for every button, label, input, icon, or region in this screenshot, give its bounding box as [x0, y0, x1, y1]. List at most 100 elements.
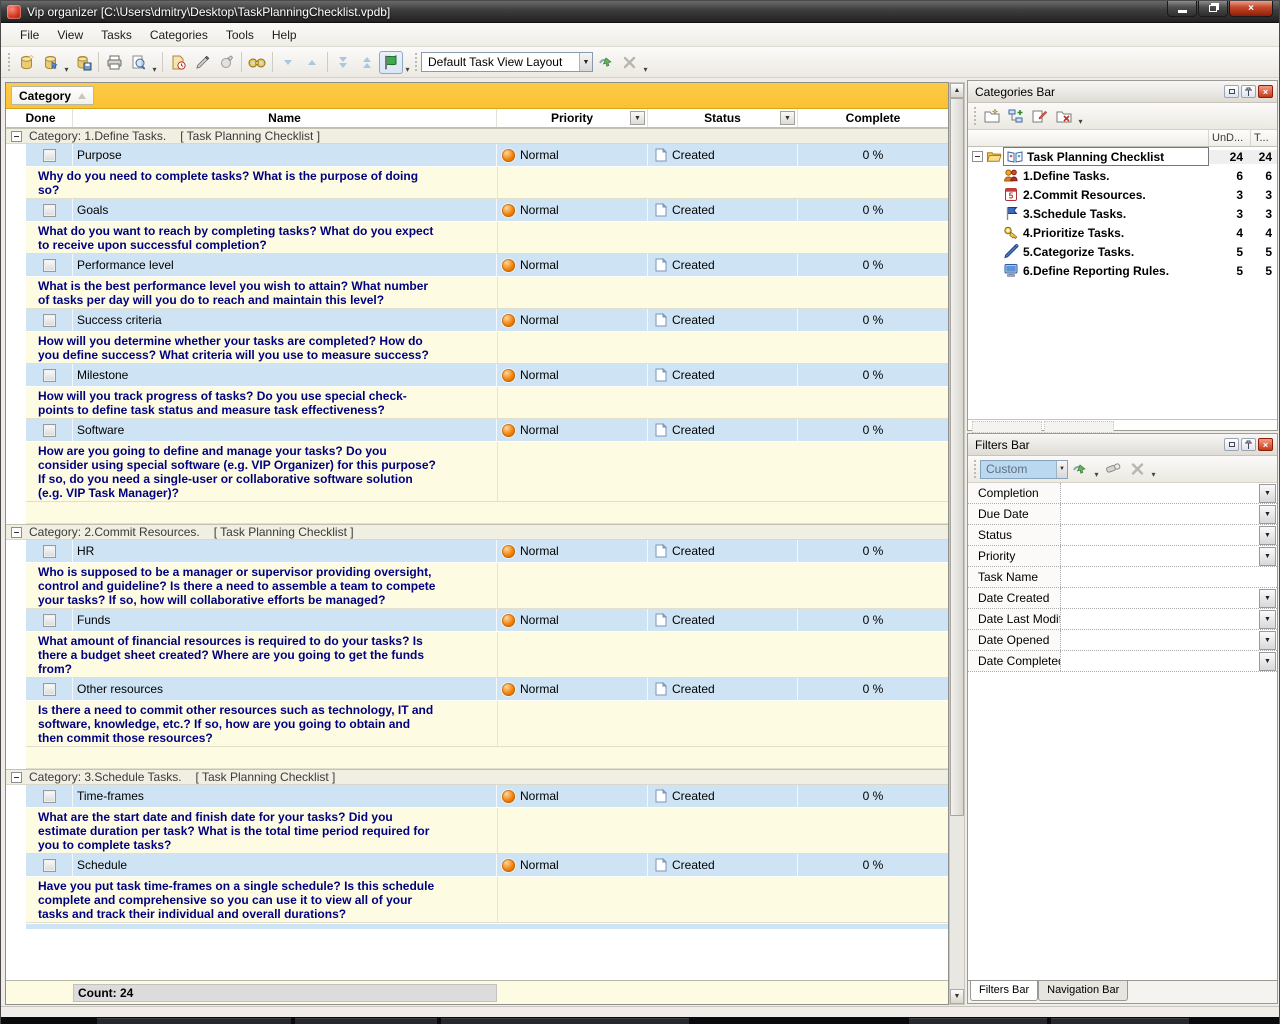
- title-bar[interactable]: Vip organizer [C:\Users\dmitry\Desktop\T…: [1, 1, 1279, 23]
- task-note-row[interactable]: How will you track progress of tasks? Do…: [26, 387, 948, 419]
- new-task-button[interactable]: [166, 51, 190, 74]
- task-note-row[interactable]: What amount of financial resources is re…: [26, 632, 948, 678]
- add-category-button[interactable]: [980, 105, 1004, 127]
- filter-dropdown-button[interactable]: ▼: [1259, 526, 1276, 545]
- apply-filter-button[interactable]: [1068, 458, 1092, 480]
- tree-item-task-planning-checklist[interactable]: Task Planning Checklist 24 24: [968, 147, 1277, 166]
- task-row[interactable]: HR Normal Created 0 %: [26, 540, 948, 563]
- apply-filter-dropdown[interactable]: ▾: [1092, 470, 1101, 482]
- collapse-group-icon[interactable]: [11, 131, 22, 142]
- status-filter-dropdown[interactable]: ▼: [780, 111, 795, 125]
- task-row[interactable]: Performance level Normal Created 0 %: [26, 254, 948, 277]
- filter-value-field[interactable]: [1061, 630, 1259, 650]
- task-note-row[interactable]: How will you determine whether your task…: [26, 332, 948, 364]
- task-note-row[interactable]: Is there a need to commit other resource…: [26, 701, 948, 747]
- filter-dropdown-button[interactable]: ▼: [1259, 547, 1276, 566]
- open-database-dropdown[interactable]: ▾: [62, 65, 71, 77]
- task-row[interactable]: Success criteria Normal Created 0 %: [26, 309, 948, 332]
- task-note-row[interactable]: What are the start date and finish date …: [26, 808, 948, 854]
- filter-value-field[interactable]: [1061, 567, 1277, 587]
- collapse-group-icon[interactable]: [11, 772, 22, 783]
- task-note-row[interactable]: How are you going to define and manage y…: [26, 442, 948, 502]
- done-checkbox[interactable]: [43, 683, 56, 696]
- task-row[interactable]: Software Normal Created 0 %: [26, 419, 948, 442]
- task-note-row[interactable]: What is the best performance level you w…: [26, 277, 948, 309]
- taskbar-item[interactable]: [1051, 1018, 1189, 1024]
- layout-combo[interactable]: Default Task View Layout ▼: [421, 52, 593, 72]
- taskbar-item[interactable]: [441, 1018, 689, 1024]
- move-to-bottom-button[interactable]: [331, 51, 355, 74]
- scroll-up-button[interactable]: ▲: [950, 83, 964, 98]
- column-header-name[interactable]: Name: [73, 109, 497, 127]
- filter-value-field[interactable]: [1061, 483, 1259, 503]
- filter-dropdown-button[interactable]: ▼: [1259, 505, 1276, 524]
- print-preview-button[interactable]: [126, 51, 150, 74]
- view-layout-button[interactable]: [379, 51, 403, 74]
- clear-filter-button[interactable]: [1101, 458, 1125, 480]
- filter-value-field[interactable]: [1061, 609, 1259, 629]
- windows-taskbar[interactable]: [1, 1017, 1279, 1024]
- filter-dropdown-button[interactable]: ▼: [1259, 610, 1276, 629]
- column-header-priority[interactable]: Priority▼: [497, 109, 648, 127]
- edit-category-button[interactable]: [1028, 105, 1052, 127]
- filter-dropdown-button[interactable]: ▼: [1259, 652, 1276, 671]
- menu-item-tasks[interactable]: Tasks: [92, 25, 141, 45]
- task-row[interactable]: Funds Normal Created 0 %: [26, 609, 948, 632]
- filter-value-field[interactable]: [1061, 525, 1259, 545]
- edit-task-button[interactable]: [190, 51, 214, 74]
- task-note-row[interactable]: Who is supposed to be a manager or super…: [26, 563, 948, 609]
- task-row[interactable]: Other resources Normal Created 0 %: [26, 678, 948, 701]
- tree-item-1-define-tasks[interactable]: 1.Define Tasks. 6 6: [968, 166, 1277, 185]
- task-row[interactable]: Schedule Normal Created 0 %: [26, 854, 948, 877]
- move-up-button[interactable]: [300, 51, 324, 74]
- taskbar-item[interactable]: [295, 1018, 437, 1024]
- filter-dropdown-button[interactable]: ▼: [1259, 589, 1276, 608]
- delete-layout-button[interactable]: [617, 51, 641, 74]
- find-tasks-button[interactable]: [245, 51, 269, 74]
- tree-item-6-define-reporting-rules[interactable]: 6.Define Reporting Rules. 5 5: [968, 261, 1277, 280]
- filter-dropdown-button[interactable]: ▼: [1259, 631, 1276, 650]
- column-header-status[interactable]: Status▼: [648, 109, 798, 127]
- task-row[interactable]: Time-frames Normal Created 0 %: [26, 785, 948, 808]
- done-checkbox[interactable]: [43, 259, 56, 272]
- done-checkbox[interactable]: [43, 369, 56, 382]
- minimize-button[interactable]: [1167, 1, 1197, 17]
- add-subcategory-button[interactable]: [1004, 105, 1028, 127]
- layout-combo-dropdown-icon[interactable]: ▼: [579, 53, 592, 71]
- menu-item-categories[interactable]: Categories: [141, 25, 217, 45]
- done-checkbox[interactable]: [43, 859, 56, 872]
- taskbar-item[interactable]: [97, 1018, 291, 1024]
- group-header-row[interactable]: Category: 2.Commit Resources. [ Task Pla…: [6, 524, 948, 540]
- toolbar-overflow-dropdown[interactable]: ▾: [641, 65, 650, 77]
- delete-task-button[interactable]: [214, 51, 238, 74]
- collapse-tree-icon[interactable]: [972, 151, 983, 162]
- tree-item-5-categorize-tasks[interactable]: 5.Categorize Tasks. 5 5: [968, 242, 1277, 261]
- column-header-complete[interactable]: Complete: [798, 109, 948, 127]
- taskbar-item[interactable]: [909, 1018, 1047, 1024]
- priority-filter-dropdown[interactable]: ▼: [630, 111, 645, 125]
- categories-toolbar-dropdown[interactable]: ▾: [1076, 117, 1085, 129]
- task-row[interactable]: Milestone Normal Created 0 %: [26, 364, 948, 387]
- tree-item-3-schedule-tasks[interactable]: 3.Schedule Tasks. 3 3: [968, 204, 1277, 223]
- filters-pin-button[interactable]: [1241, 438, 1256, 451]
- done-checkbox[interactable]: [43, 545, 56, 558]
- filter-preset-combo[interactable]: Custom ▼: [980, 460, 1068, 479]
- task-row[interactable]: Purpose Normal Created 0 %: [26, 144, 948, 167]
- tree-item-4-prioritize-tasks[interactable]: 4.Prioritize Tasks. 4 4: [968, 223, 1277, 242]
- task-row[interactable]: Goals Normal Created 0 %: [26, 199, 948, 222]
- filters-close-button[interactable]: ×: [1258, 438, 1273, 451]
- filters-toolbar-dropdown[interactable]: ▾: [1149, 470, 1158, 482]
- group-by-category-chip[interactable]: Category: [11, 86, 94, 105]
- restore-button[interactable]: [1198, 1, 1228, 17]
- tree-item-2-commit-resources[interactable]: 5 2.Commit Resources. 3 3: [968, 185, 1277, 204]
- grid-vertical-scrollbar[interactable]: ▲ ▼: [949, 82, 965, 1005]
- categories-close-button[interactable]: ×: [1258, 85, 1273, 98]
- new-database-button[interactable]: [14, 51, 38, 74]
- done-checkbox[interactable]: [43, 149, 56, 162]
- filter-value-field[interactable]: [1061, 546, 1259, 566]
- categories-restore-button[interactable]: [1224, 85, 1239, 98]
- task-note-row[interactable]: Have you put task time-frames on a singl…: [26, 877, 948, 923]
- column-header-done[interactable]: Done: [9, 109, 73, 127]
- print-button[interactable]: [102, 51, 126, 74]
- done-checkbox[interactable]: [43, 204, 56, 217]
